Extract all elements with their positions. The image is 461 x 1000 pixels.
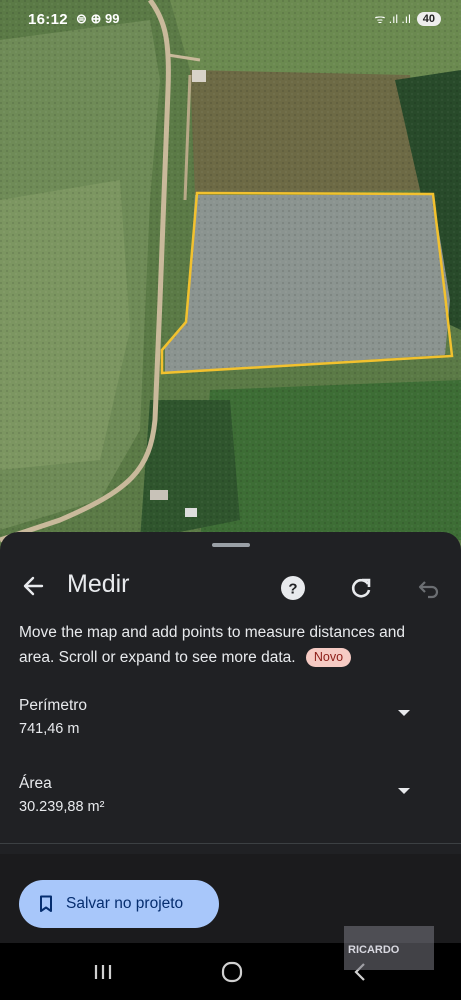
perimeter-row[interactable]: Perímetro 741,46 m <box>0 697 461 757</box>
bookmark-icon <box>40 895 52 912</box>
recent-apps-icon[interactable] <box>90 959 116 985</box>
drag-handle[interactable] <box>212 543 250 547</box>
watermark-text: RICARDO <box>348 944 400 956</box>
save-button-label: Salvar no projeto <box>66 895 184 912</box>
chevron-down-icon[interactable] <box>395 707 413 719</box>
status-time: 16:12 <box>28 11 68 28</box>
sheet-header: Medir ? <box>0 562 461 612</box>
notification-icons: ⊜ ⊕ 99 <box>76 11 120 26</box>
area-label: Área <box>19 775 52 792</box>
divider <box>0 843 461 844</box>
area-row[interactable]: Área 30.239,88 m² <box>0 775 461 835</box>
chevron-down-icon[interactable] <box>395 785 413 797</box>
satellite-map[interactable] <box>0 0 461 560</box>
status-bar: 16:12 ⊜ ⊕ 99 ᯤ .ıl .ıl 40 <box>0 0 461 40</box>
measure-bottom-sheet[interactable]: Medir ? Move the map and add points to m… <box>0 532 461 943</box>
home-icon[interactable] <box>219 959 245 985</box>
battery-indicator: 40 <box>416 11 441 26</box>
area-value: 30.239,88 m² <box>19 799 105 815</box>
refresh-icon[interactable] <box>348 575 374 601</box>
perimeter-value: 741,46 m <box>19 721 80 737</box>
signal-icons: ᯤ .ıl .ıl <box>374 12 411 26</box>
help-icon[interactable]: ? <box>280 575 306 601</box>
watermark-logo: RICARDO <box>344 926 434 970</box>
undo-icon[interactable] <box>416 575 442 601</box>
save-to-project-button[interactable]: Salvar no projeto <box>19 880 219 928</box>
sheet-title: Medir <box>67 570 130 598</box>
perimeter-label: Perímetro <box>19 697 88 714</box>
back-arrow-icon[interactable] <box>20 572 48 600</box>
instructions-text: Move the map and add points to measure d… <box>19 620 439 670</box>
svg-text:?: ? <box>288 581 297 598</box>
new-badge: Novo <box>305 648 352 667</box>
